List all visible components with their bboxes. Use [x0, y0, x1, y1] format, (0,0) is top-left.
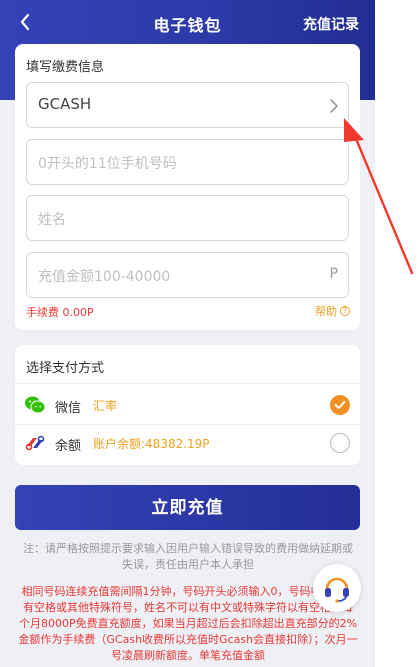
payment-method-title: 选择支付方式	[26, 361, 105, 376]
wechat-icon	[25, 396, 46, 414]
payment-info-card: 填写缴费信息 GCASH 0开头的11位手机号码 姓名 充值金额100-4000…	[15, 44, 360, 330]
payment-name: 微信	[55, 401, 82, 416]
payment-note: 汇率	[93, 399, 118, 413]
name-input[interactable]: 姓名	[26, 195, 349, 241]
fee-text: 手续费 0.00P	[26, 306, 94, 319]
payment-note: 账户余额:48382.19P	[93, 437, 210, 451]
amount-input[interactable]: 充值金额100-40000 P	[26, 252, 349, 298]
amount-placeholder: 充值金额100-40000	[38, 269, 171, 285]
headset-icon	[325, 577, 349, 603]
recharge-records-link[interactable]: 充值记录	[303, 14, 359, 34]
channel-select[interactable]: GCASH	[26, 82, 349, 128]
phone-input[interactable]: 0开头的11位手机号码	[26, 139, 349, 185]
radio-selected[interactable]	[330, 395, 350, 415]
payment-option-wechat[interactable]: 微信 汇率	[15, 386, 360, 424]
app-screen: 电子钱包 充值记录 填写缴费信息 GCASH 0开头的11位手机号码 姓名 充值…	[0, 0, 375, 667]
divider	[15, 383, 360, 384]
help-label: 帮助	[315, 305, 337, 318]
payment-option-balance[interactable]: 余额 账户余额:48382.19P	[15, 424, 360, 462]
disclaimer-note: 注：请严格按照提示要求输入因用户输入错误导致的费用做纳延期或失误，责任由用户本人…	[23, 542, 353, 571]
help-link[interactable]: 帮助 ?	[315, 303, 350, 319]
amount-currency-suffix: P	[329, 266, 338, 282]
top-bar: 电子钱包 充值记录	[0, 0, 375, 44]
payment-name: 余额	[55, 439, 82, 454]
balance-icon	[25, 435, 45, 451]
chevron-right-icon	[330, 99, 338, 113]
payment-info-title: 填写缴费信息	[26, 60, 105, 75]
channel-value: GCASH	[38, 95, 92, 113]
customer-service-button[interactable]	[313, 564, 361, 612]
question-icon: ?	[340, 306, 350, 316]
radio-unselected[interactable]	[330, 433, 350, 453]
phone-placeholder: 0开头的11位手机号码	[38, 156, 177, 172]
checkmark-icon	[334, 400, 346, 409]
recharge-rules-warning: 相同号码连续充值需间隔1分钟，号码开头必须输入0，号码中不可以有空格或其他特殊符…	[18, 585, 358, 662]
name-placeholder: 姓名	[38, 212, 66, 228]
recharge-now-button[interactable]: 立即充值	[15, 485, 360, 530]
